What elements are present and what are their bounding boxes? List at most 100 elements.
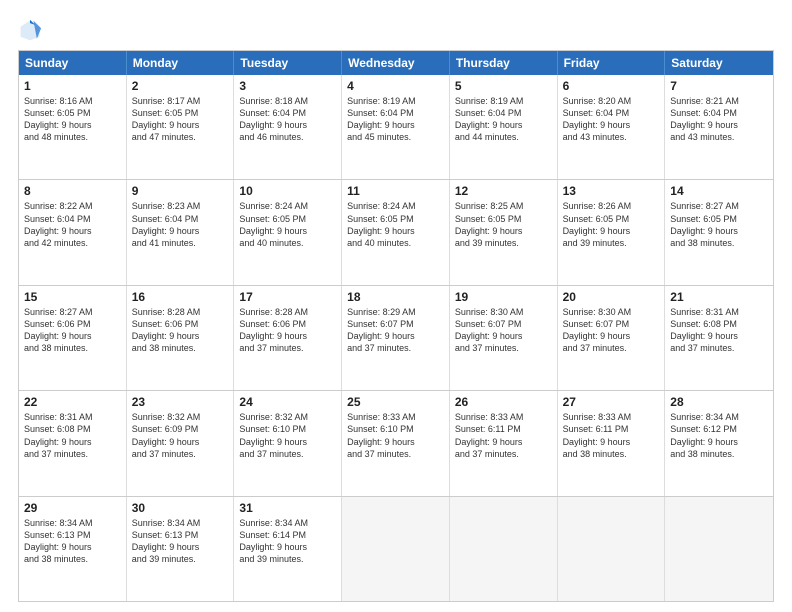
- day-info: Sunrise: 8:17 AM Sunset: 6:05 PM Dayligh…: [132, 95, 229, 144]
- calendar-cell: 9 Sunrise: 8:23 AM Sunset: 6:04 PM Daylig…: [127, 180, 235, 284]
- day-info: Sunrise: 8:29 AM Sunset: 6:07 PM Dayligh…: [347, 306, 444, 355]
- calendar-week: 8 Sunrise: 8:22 AM Sunset: 6:04 PM Daylig…: [19, 180, 773, 285]
- day-info: Sunrise: 8:19 AM Sunset: 6:04 PM Dayligh…: [455, 95, 552, 144]
- day-number: 27: [563, 395, 660, 409]
- day-info: Sunrise: 8:32 AM Sunset: 6:10 PM Dayligh…: [239, 411, 336, 460]
- calendar-cell: 23Sunrise: 8:32 AM Sunset: 6:09 PM Dayli…: [127, 391, 235, 495]
- day-number: 6: [563, 79, 660, 93]
- calendar-cell: [450, 497, 558, 601]
- day-info: Sunrise: 8:26 AM Sunset: 6:05 PM Dayligh…: [563, 200, 660, 249]
- day-info: Sunrise: 8:34 AM Sunset: 6:12 PM Dayligh…: [670, 411, 768, 460]
- calendar-cell: 19Sunrise: 8:30 AM Sunset: 6:07 PM Dayli…: [450, 286, 558, 390]
- day-info: Sunrise: 8:22 AM Sunset: 6:04 PM Dayligh…: [24, 200, 121, 249]
- day-number: 14: [670, 184, 768, 198]
- calendar-cell: 15Sunrise: 8:27 AM Sunset: 6:06 PM Dayli…: [19, 286, 127, 390]
- day-info: Sunrise: 8:33 AM Sunset: 6:11 PM Dayligh…: [563, 411, 660, 460]
- day-number: 24: [239, 395, 336, 409]
- calendar-cell: 7 Sunrise: 8:21 AM Sunset: 6:04 PM Daylig…: [665, 75, 773, 179]
- calendar-cell: 29Sunrise: 8:34 AM Sunset: 6:13 PM Dayli…: [19, 497, 127, 601]
- day-number: 31: [239, 501, 336, 515]
- calendar-header-cell: Monday: [127, 51, 235, 75]
- logo-icon: [18, 18, 42, 42]
- calendar-cell: 31Sunrise: 8:34 AM Sunset: 6:14 PM Dayli…: [234, 497, 342, 601]
- calendar-cell: 13 Sunrise: 8:26 AM Sunset: 6:05 PM Dayli…: [558, 180, 666, 284]
- calendar-cell: 12Sunrise: 8:25 AM Sunset: 6:05 PM Dayli…: [450, 180, 558, 284]
- day-number: 21: [670, 290, 768, 304]
- day-number: 10: [239, 184, 336, 198]
- header-row: [18, 18, 774, 42]
- day-info: Sunrise: 8:27 AM Sunset: 6:06 PM Dayligh…: [24, 306, 121, 355]
- page: SundayMondayTuesdayWednesdayThursdayFrid…: [0, 0, 792, 612]
- day-info: Sunrise: 8:32 AM Sunset: 6:09 PM Dayligh…: [132, 411, 229, 460]
- calendar-cell: [342, 497, 450, 601]
- calendar-cell: 30Sunrise: 8:34 AM Sunset: 6:13 PM Dayli…: [127, 497, 235, 601]
- logo: [18, 18, 46, 42]
- day-number: 9: [132, 184, 229, 198]
- calendar-cell: 22 Sunrise: 8:31 AM Sunset: 6:08 PM Dayli…: [19, 391, 127, 495]
- day-info: Sunrise: 8:31 AM Sunset: 6:08 PM Dayligh…: [24, 411, 121, 460]
- day-info: Sunrise: 8:30 AM Sunset: 6:07 PM Dayligh…: [455, 306, 552, 355]
- calendar-cell: 2 Sunrise: 8:17 AM Sunset: 6:05 PM Daylig…: [127, 75, 235, 179]
- calendar-header: SundayMondayTuesdayWednesdayThursdayFrid…: [19, 51, 773, 75]
- calendar-body: 1 Sunrise: 8:16 AM Sunset: 6:05 PM Daylig…: [19, 75, 773, 601]
- day-info: Sunrise: 8:18 AM Sunset: 6:04 PM Dayligh…: [239, 95, 336, 144]
- day-info: Sunrise: 8:28 AM Sunset: 6:06 PM Dayligh…: [239, 306, 336, 355]
- calendar-cell: 26 Sunrise: 8:33 AM Sunset: 6:11 PM Dayli…: [450, 391, 558, 495]
- calendar-header-cell: Sunday: [19, 51, 127, 75]
- calendar-cell: 16 Sunrise: 8:28 AM Sunset: 6:06 PM Dayli…: [127, 286, 235, 390]
- calendar-header-cell: Friday: [558, 51, 666, 75]
- day-info: Sunrise: 8:34 AM Sunset: 6:13 PM Dayligh…: [24, 517, 121, 566]
- calendar-cell: 10 Sunrise: 8:24 AM Sunset: 6:05 PM Dayli…: [234, 180, 342, 284]
- calendar-cell: 21 Sunrise: 8:31 AM Sunset: 6:08 PM Dayli…: [665, 286, 773, 390]
- day-number: 3: [239, 79, 336, 93]
- calendar-cell: 14 Sunrise: 8:27 AM Sunset: 6:05 PM Dayli…: [665, 180, 773, 284]
- day-info: Sunrise: 8:33 AM Sunset: 6:11 PM Dayligh…: [455, 411, 552, 460]
- day-number: 7: [670, 79, 768, 93]
- day-number: 13: [563, 184, 660, 198]
- calendar-cell: 27 Sunrise: 8:33 AM Sunset: 6:11 PM Dayli…: [558, 391, 666, 495]
- calendar-header-cell: Tuesday: [234, 51, 342, 75]
- day-number: 20: [563, 290, 660, 304]
- day-info: Sunrise: 8:30 AM Sunset: 6:07 PM Dayligh…: [563, 306, 660, 355]
- day-info: Sunrise: 8:20 AM Sunset: 6:04 PM Dayligh…: [563, 95, 660, 144]
- day-info: Sunrise: 8:31 AM Sunset: 6:08 PM Dayligh…: [670, 306, 768, 355]
- calendar-week: 29Sunrise: 8:34 AM Sunset: 6:13 PM Dayli…: [19, 497, 773, 601]
- day-info: Sunrise: 8:23 AM Sunset: 6:04 PM Dayligh…: [132, 200, 229, 249]
- day-number: 22: [24, 395, 121, 409]
- calendar-cell: 11 Sunrise: 8:24 AM Sunset: 6:05 PM Dayli…: [342, 180, 450, 284]
- day-info: Sunrise: 8:24 AM Sunset: 6:05 PM Dayligh…: [347, 200, 444, 249]
- day-number: 25: [347, 395, 444, 409]
- day-number: 1: [24, 79, 121, 93]
- day-info: Sunrise: 8:21 AM Sunset: 6:04 PM Dayligh…: [670, 95, 768, 144]
- calendar-cell: 8 Sunrise: 8:22 AM Sunset: 6:04 PM Daylig…: [19, 180, 127, 284]
- calendar-week: 15Sunrise: 8:27 AM Sunset: 6:06 PM Dayli…: [19, 286, 773, 391]
- day-info: Sunrise: 8:24 AM Sunset: 6:05 PM Dayligh…: [239, 200, 336, 249]
- day-number: 16: [132, 290, 229, 304]
- day-info: Sunrise: 8:16 AM Sunset: 6:05 PM Dayligh…: [24, 95, 121, 144]
- day-number: 26: [455, 395, 552, 409]
- calendar-cell: 17 Sunrise: 8:28 AM Sunset: 6:06 PM Dayli…: [234, 286, 342, 390]
- day-info: Sunrise: 8:34 AM Sunset: 6:13 PM Dayligh…: [132, 517, 229, 566]
- calendar-cell: 25 Sunrise: 8:33 AM Sunset: 6:10 PM Dayli…: [342, 391, 450, 495]
- day-number: 11: [347, 184, 444, 198]
- day-info: Sunrise: 8:33 AM Sunset: 6:10 PM Dayligh…: [347, 411, 444, 460]
- day-number: 12: [455, 184, 552, 198]
- calendar-cell: 5Sunrise: 8:19 AM Sunset: 6:04 PM Daylig…: [450, 75, 558, 179]
- calendar-cell: 28 Sunrise: 8:34 AM Sunset: 6:12 PM Dayli…: [665, 391, 773, 495]
- calendar-week: 22 Sunrise: 8:31 AM Sunset: 6:08 PM Dayli…: [19, 391, 773, 496]
- calendar-header-cell: Saturday: [665, 51, 773, 75]
- day-number: 18: [347, 290, 444, 304]
- day-number: 17: [239, 290, 336, 304]
- day-info: Sunrise: 8:27 AM Sunset: 6:05 PM Dayligh…: [670, 200, 768, 249]
- day-info: Sunrise: 8:28 AM Sunset: 6:06 PM Dayligh…: [132, 306, 229, 355]
- calendar-cell: 1 Sunrise: 8:16 AM Sunset: 6:05 PM Daylig…: [19, 75, 127, 179]
- calendar-cell: [558, 497, 666, 601]
- calendar-cell: 6 Sunrise: 8:20 AM Sunset: 6:04 PM Daylig…: [558, 75, 666, 179]
- calendar-cell: 24 Sunrise: 8:32 AM Sunset: 6:10 PM Dayli…: [234, 391, 342, 495]
- calendar-week: 1 Sunrise: 8:16 AM Sunset: 6:05 PM Daylig…: [19, 75, 773, 180]
- calendar-cell: [665, 497, 773, 601]
- day-number: 2: [132, 79, 229, 93]
- calendar-cell: 4Sunrise: 8:19 AM Sunset: 6:04 PM Daylig…: [342, 75, 450, 179]
- day-number: 8: [24, 184, 121, 198]
- day-number: 28: [670, 395, 768, 409]
